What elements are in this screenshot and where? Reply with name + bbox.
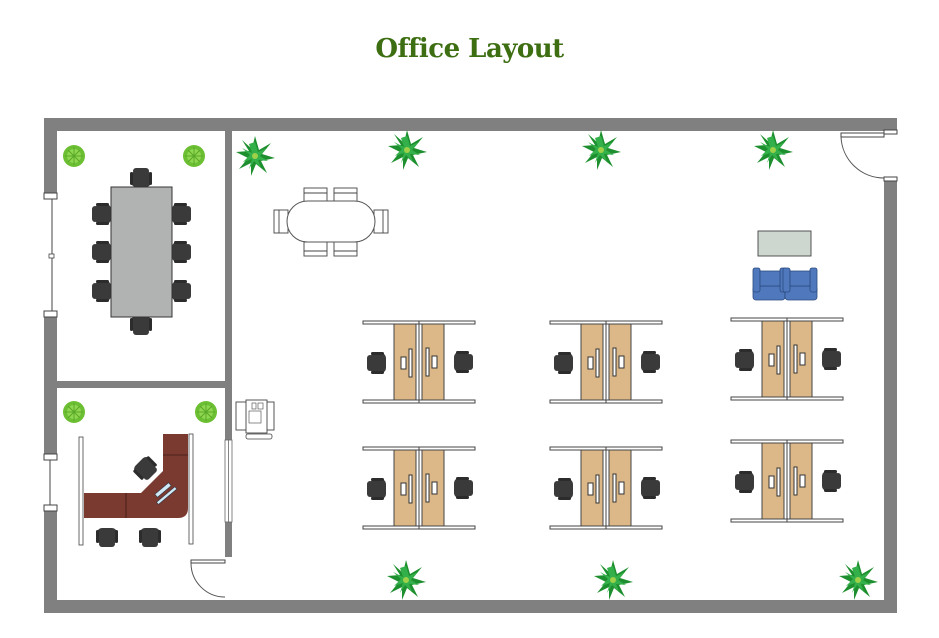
chair-icon [130,168,152,187]
glass-partition [224,439,233,523]
workstation-pod [363,321,475,403]
chair-icon [130,316,152,335]
oval-meeting-table [273,187,389,257]
round-plant-icon [182,144,206,168]
window-conference [43,192,58,318]
workstation-pod [363,447,475,529]
chair-icon [92,203,111,225]
executive-desk [78,433,194,547]
chair-icon [172,241,191,263]
spiky-plant-icon [754,130,793,170]
window-executive [43,453,58,512]
executive-door[interactable] [190,557,232,600]
round-plant-icon [62,400,86,424]
sofa-icon [752,267,818,301]
round-plant-icon [62,144,86,168]
chair-icon [139,528,161,547]
round-plant-icon [194,400,218,424]
floor-plan [43,118,898,613]
spiky-plant-icon [594,560,633,600]
chair-icon [92,280,111,302]
spiky-plant-icon [388,130,427,170]
chair-icon [96,528,118,547]
workstation-pod [550,321,662,403]
entrance-door[interactable] [840,129,898,182]
workstation-pod [731,440,843,522]
chair-icon [172,280,191,302]
coffee-table [757,230,812,257]
chair-icon [92,241,111,263]
spiky-plant-icon [236,136,275,176]
workstation-pod [731,318,843,400]
copier-icon [235,399,275,440]
spiky-plant-icon [839,560,878,600]
chair-icon [172,203,191,225]
workstation-pod [550,447,662,529]
spiky-plant-icon [582,130,621,170]
conference-table [92,168,191,335]
spiky-plant-icon [387,560,426,600]
